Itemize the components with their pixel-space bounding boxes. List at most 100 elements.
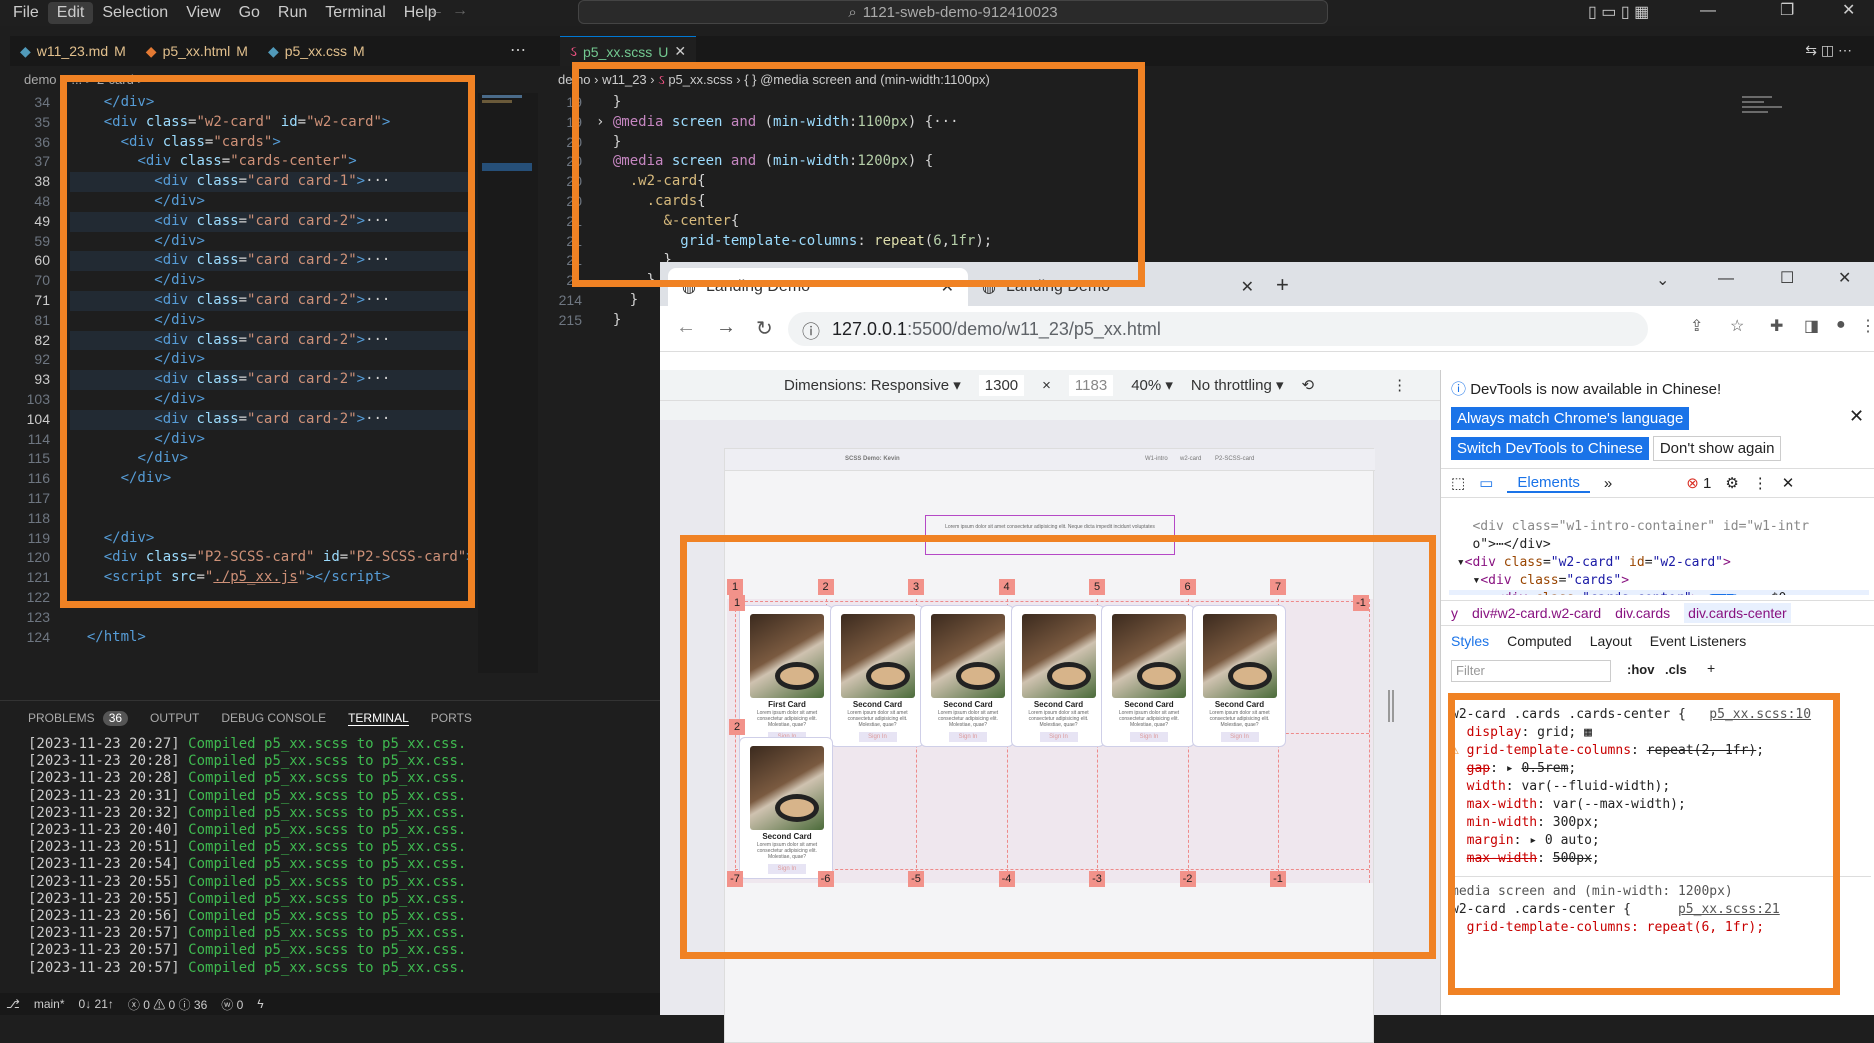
avatar[interactable]: ● [1836, 316, 1846, 334]
problems-status[interactable]: ⓧ 0 ⚠ 0 ⓘ 36 [128, 996, 207, 1013]
close-icon[interactable]: ✕ [1241, 277, 1254, 297]
more-actions-icon[interactable]: ⋯ [510, 40, 526, 60]
panel-tab-ports[interactable]: PORTS [431, 711, 472, 726]
gear-icon[interactable]: ⚙ [1725, 474, 1738, 492]
panel-tab-problems[interactable]: PROBLEMS [28, 711, 95, 726]
extensions-icon[interactable]: ✚ [1770, 316, 1783, 336]
close-window-icon[interactable]: ✕ [1838, 268, 1851, 288]
styles-subtab-computed[interactable]: Computed [1507, 633, 1572, 649]
panel-tab-output[interactable]: OUTPUT [150, 711, 199, 726]
dom-crumb[interactable]: div.cards-center [1684, 603, 1791, 623]
panel-tab-debug-console[interactable]: DEBUG CONSOLE [221, 711, 326, 726]
tab-elements[interactable]: Elements [1507, 474, 1590, 493]
dom-crumb[interactable]: y [1451, 605, 1458, 621]
match-language-button[interactable]: Always match Chrome's language [1451, 407, 1690, 430]
star-icon[interactable]: ☆ [1730, 316, 1744, 336]
styles-subtab-layout[interactable]: Layout [1590, 633, 1632, 649]
minimap[interactable] [478, 93, 538, 673]
terminal-output[interactable]: [2023-11-23 20:27] Compiled p5_xx.scss t… [0, 736, 660, 977]
line-number: 117 [27, 489, 50, 506]
code-line[interactable]: </html> [70, 628, 470, 648]
close-icon[interactable]: ✕ [1849, 406, 1864, 427]
branch-status[interactable]: main* [34, 997, 65, 1011]
back-icon[interactable]: ← [676, 316, 696, 339]
menu-item-view[interactable]: View [177, 2, 229, 24]
devtools-toolbar: ⬚ ▭ Elements » ⊗ 1 ⚙ ⋮ ✕ [1441, 468, 1874, 498]
width-input[interactable]: 1300 [978, 374, 1025, 396]
inspect-icon[interactable]: ⬚ [1451, 474, 1465, 492]
url-field[interactable]: ⓘ 127.0.0.1:5500/demo/w11_23/p5_xx.html [788, 312, 1648, 346]
more-icon[interactable]: ⋮ [1392, 376, 1407, 394]
search-icon: ⌕ [848, 3, 857, 21]
dom-tree[interactable]: <div class="w1-intro-container" id="w1-i… [1449, 500, 1869, 595]
sync-status[interactable]: 0↓ 21↑ [79, 997, 114, 1011]
line-number: 124 [26, 628, 50, 645]
editor-tab[interactable]: ◆ w11_23.md M [10, 36, 136, 66]
split-editor-icon[interactable]: ⇆ ◫ ⋯ [1805, 42, 1852, 66]
error-badge[interactable]: ⊗ 1 [1686, 474, 1711, 492]
minimize-icon[interactable]: — [1700, 2, 1716, 20]
rotate-icon[interactable]: ⟲ [1302, 376, 1315, 394]
hov-toggle[interactable]: :hov [1627, 662, 1654, 677]
styles-subtab-styles[interactable]: Styles [1451, 633, 1489, 649]
minimap-right[interactable] [1742, 93, 1862, 273]
back-arrow-icon[interactable]: ← [428, 2, 444, 20]
menu-item-run[interactable]: Run [269, 2, 316, 24]
close-window-icon[interactable]: ✕ [1842, 0, 1855, 20]
switch-chinese-button[interactable]: Switch DevTools to Chinese [1451, 437, 1649, 460]
add-rule-icon[interactable]: + [1707, 660, 1715, 676]
editor-tab[interactable]: ◆ p5_xx.css M [258, 36, 375, 66]
height-input[interactable]: 1183 [1068, 374, 1114, 396]
styles-filter-input[interactable]: Filter [1451, 660, 1611, 682]
dom-crumb[interactable]: div#w2-card.w2-card [1472, 605, 1601, 621]
minimize-icon[interactable]: — [1718, 270, 1734, 288]
new-tab-icon[interactable]: + [1276, 272, 1289, 298]
terminal-line: [2023-11-23 20:28] Compiled p5_xx.scss t… [28, 753, 467, 770]
close-icon[interactable]: ✕ [674, 43, 686, 60]
terminal-line: [2023-11-23 20:55] Compiled p5_xx.scss t… [28, 890, 467, 907]
line-number: 118 [27, 509, 50, 526]
line-numbers-left: 34 35 36 37 38 48 49 59 60 70 71 81 82 92 93 103 104 114 1… [0, 93, 50, 647]
forward-icon[interactable]: → [716, 316, 736, 339]
terminal-line: [2023-11-23 20:54] Compiled p5_xx.scss t… [28, 856, 467, 873]
more-tabs-icon[interactable]: » [1604, 475, 1612, 492]
menu-bar: File Edit Selection View Go Run Terminal Help [4, 2, 446, 24]
chevron-down-icon[interactable]: ⌄ [1656, 270, 1669, 290]
reload-icon[interactable]: ↻ [756, 316, 773, 341]
menu-item-terminal[interactable]: Terminal [316, 2, 394, 24]
close-icon[interactable]: ✕ [1782, 474, 1795, 492]
nav-link[interactable]: W1-intro [1145, 456, 1168, 462]
zoom-select[interactable]: 40% ▾ [1131, 376, 1173, 394]
tab-mark: U [658, 43, 669, 60]
sidepanel-icon[interactable]: ◨ [1804, 316, 1819, 336]
highlight-box-scss [572, 62, 1145, 287]
kebab-menu-icon[interactable]: ⋮ [1860, 316, 1874, 336]
branch-icon[interactable]: ⎇ [6, 997, 20, 1011]
throttle-select[interactable]: No throttling ▾ [1191, 376, 1284, 394]
menu-item-edit[interactable]: Edit [47, 2, 94, 24]
command-center[interactable]: ⌕ 1121-sweb-demo-912410023 [578, 0, 1328, 24]
menu-item-go[interactable]: Go [230, 2, 269, 24]
forward-arrow-icon[interactable]: → [452, 2, 468, 20]
panel-tab-terminal[interactable]: TERMINAL [348, 711, 409, 726]
ports-status[interactable]: ⓦ 0 [221, 996, 243, 1013]
kebab-menu-icon[interactable]: ⋮ [1753, 474, 1768, 492]
code-line[interactable] [70, 608, 470, 628]
nav-link[interactable]: w2-card [1180, 456, 1201, 462]
dimensions-select[interactable]: Dimensions: Responsive ▾ [784, 376, 961, 394]
maximize-icon[interactable]: ☐ [1780, 268, 1794, 288]
devtools-notice: ⓘ DevTools is now available in Chinese! [1451, 381, 1722, 398]
layout-icons[interactable]: ▯ ▭ ▯ ▦ [1588, 2, 1649, 22]
cls-toggle[interactable]: .cls [1665, 662, 1687, 677]
nav-link[interactable]: P2-SCSS-card [1215, 456, 1254, 462]
dont-show-button[interactable]: Don't show again [1652, 436, 1782, 461]
menu-item-file[interactable]: File [4, 2, 48, 24]
styles-subtab-event-listeners[interactable]: Event Listeners [1650, 633, 1747, 649]
lightning-icon[interactable]: ϟ [257, 997, 263, 1011]
dom-crumb[interactable]: div.cards [1615, 605, 1670, 621]
editor-tab[interactable]: ◆ p5_xx.html M [136, 36, 258, 66]
menu-item-selection[interactable]: Selection [93, 2, 177, 24]
device-icon[interactable]: ▭ [1479, 474, 1493, 492]
share-icon[interactable]: ⇪ [1690, 316, 1703, 336]
restore-icon[interactable]: ❐ [1780, 0, 1794, 20]
